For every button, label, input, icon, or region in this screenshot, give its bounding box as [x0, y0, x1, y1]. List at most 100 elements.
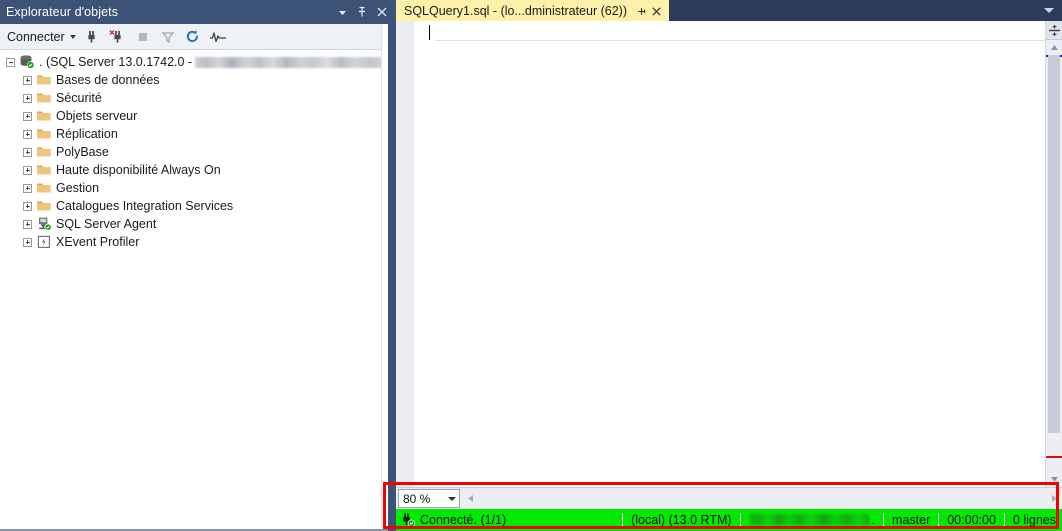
expand-icon[interactable] — [20, 107, 35, 125]
tree-node-xevent-profiler[interactable]: XEvent Profiler — [0, 233, 396, 251]
tree-node-label: Réplication — [56, 127, 118, 141]
expand-icon[interactable] — [20, 179, 35, 197]
redacted-server-name — [195, 56, 391, 68]
scroll-end-marker — [1046, 456, 1062, 458]
tree-node-s-curit[interactable]: Sécurité — [0, 89, 396, 107]
status-bar: Connecté. (1/1) (local) (13.0 RTM) . mas… — [396, 509, 1062, 531]
expand-icon[interactable] — [20, 89, 35, 107]
connect-button-label: Connecter — [7, 29, 65, 44]
status-divider — [938, 513, 940, 527]
database-name-text: master — [892, 513, 931, 527]
connect-button[interactable]: Connecter — [4, 28, 80, 46]
editor-bottom-bar: 80 % — [396, 487, 1062, 509]
filter-icon — [156, 26, 180, 48]
expand-icon[interactable] — [20, 143, 35, 161]
tree-node-objets-serveur[interactable]: Objets serveur — [0, 107, 396, 125]
folder-icon — [35, 179, 53, 197]
folder-icon — [35, 125, 53, 143]
tabstrip-overflow[interactable] — [1044, 0, 1062, 21]
status-divider — [739, 513, 741, 527]
object-explorer-tree[interactable]: . (SQL Server 13.0.1742.0 - Bases de don… — [0, 50, 396, 531]
chevron-down-icon — [1044, 8, 1054, 13]
tree-node-server-label: . (SQL Server 13.0.1742.0 - — [39, 55, 193, 69]
disconnect-plug-icon[interactable] — [106, 26, 130, 48]
connected-plug-icon — [398, 510, 418, 530]
object-explorer-title: Explorateur d'objets — [6, 5, 119, 19]
connect-plug-icon[interactable] — [81, 26, 105, 48]
folder-icon — [35, 71, 53, 89]
pin-icon[interactable] — [352, 1, 372, 23]
folder-icon — [35, 89, 53, 107]
chevron-down-icon[interactable] — [445, 496, 459, 501]
vscroll-thumb[interactable] — [1048, 55, 1060, 433]
agent-icon — [35, 215, 53, 233]
folder-icon — [35, 197, 53, 215]
scroll-left-arrow-icon[interactable] — [462, 494, 478, 503]
tab-sqlquery1[interactable]: SQLQuery1.sql - (lo...dministrateur (62)… — [396, 0, 669, 21]
folder-icon — [35, 143, 53, 161]
editor-body — [396, 21, 1062, 487]
expand-icon[interactable] — [20, 125, 35, 143]
zoom-level-select[interactable]: 80 % — [398, 489, 460, 508]
object-explorer-titlebar: Explorateur d'objets — [0, 0, 396, 24]
window-dropdown-icon[interactable] — [332, 1, 352, 23]
editor-indicator-margin[interactable] — [396, 21, 415, 487]
tree-node-bases-de-donn-es[interactable]: Bases de données — [0, 71, 396, 89]
server-name-text: (local) (13.0 RTM) — [631, 513, 732, 527]
tree-node-label: Objets serveur — [56, 109, 138, 123]
split-editor-icon[interactable] — [1046, 21, 1062, 40]
expand-icon[interactable] — [20, 161, 35, 179]
collapse-icon[interactable] — [3, 53, 18, 71]
activity-monitor-icon[interactable] — [206, 26, 230, 48]
current-line-border — [435, 40, 1045, 41]
ssms-window: Explorateur d'objets Connecter . (SQL Se… — [0, 0, 1062, 531]
chevron-down-icon — [69, 34, 76, 39]
vscroll-track[interactable] — [1046, 55, 1062, 472]
tab-label: SQLQuery1.sql - (lo...dministrateur (62)… — [404, 4, 627, 18]
status-divider — [622, 513, 624, 527]
expand-icon[interactable] — [20, 197, 35, 215]
status-divider — [1003, 513, 1005, 527]
pin-icon[interactable] — [634, 2, 649, 20]
tree-node-label: Haute disponibilité Always On — [56, 163, 221, 177]
tree-node-sql-server-agent[interactable]: SQL Server Agent — [0, 215, 396, 233]
close-icon[interactable] — [649, 2, 664, 20]
tree-node-polybase[interactable]: PolyBase — [0, 143, 396, 161]
tree-node-gestion[interactable]: Gestion — [0, 179, 396, 197]
tree-node-label: Gestion — [56, 181, 100, 195]
tree-node-server[interactable]: . (SQL Server 13.0.1742.0 - — [0, 53, 396, 71]
tree-node-label: XEvent Profiler — [56, 235, 140, 249]
sql-text-area[interactable] — [415, 21, 1045, 487]
tree-node-r-plication[interactable]: Réplication — [0, 125, 396, 143]
expand-icon[interactable] — [20, 233, 35, 251]
elapsed-time-text: 00:00:00 — [947, 513, 996, 527]
panel-splitter[interactable] — [388, 0, 396, 531]
tree-children-container: Bases de données Sécurité Objets serveur Ré… — [0, 71, 396, 251]
refresh-icon[interactable] — [181, 26, 205, 48]
row-count-text: 0 lignes — [1012, 513, 1056, 527]
folder-icon — [35, 107, 53, 125]
tree-node-haute-disponibilit-always-on[interactable]: Haute disponibilité Always On — [0, 161, 396, 179]
zoom-level-value: 80 % — [403, 491, 431, 506]
tree-node-catalogues-integration-services[interactable]: Catalogues Integration Services — [0, 197, 396, 215]
scroll-right-arrow-icon[interactable] — [1046, 494, 1062, 503]
redacted-user-name — [748, 514, 869, 525]
expand-icon[interactable] — [20, 215, 35, 233]
expand-icon[interactable] — [20, 71, 35, 89]
scroll-up-arrow-icon[interactable] — [1046, 40, 1062, 55]
scroll-down-arrow-icon[interactable] — [1046, 472, 1062, 487]
editor-vertical-scrollbar[interactable] — [1045, 21, 1062, 487]
server-icon — [18, 53, 36, 71]
object-explorer-scrollbar[interactable] — [381, 24, 388, 531]
folder-icon — [35, 161, 53, 179]
xevent-icon — [35, 233, 53, 251]
tree-node-label: PolyBase — [56, 145, 109, 159]
object-explorer-toolbar: Connecter — [0, 24, 396, 50]
tree-node-label: Sécurité — [56, 91, 102, 105]
tree-node-label: Catalogues Integration Services — [56, 199, 234, 213]
editor-horizontal-scrollbar[interactable] — [462, 488, 1062, 509]
tree-node-label: Bases de données — [56, 73, 160, 87]
text-caret — [429, 25, 430, 40]
query-editor-pane: SQLQuery1.sql - (lo...dministrateur (62)… — [396, 0, 1062, 531]
object-explorer-panel: Explorateur d'objets Connecter . (SQL Se… — [0, 0, 396, 531]
